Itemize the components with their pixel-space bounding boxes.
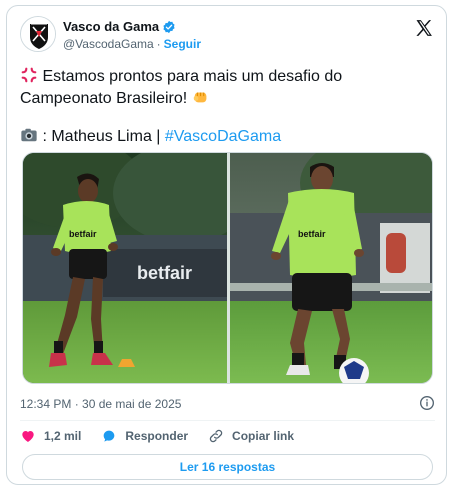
tweet-media[interactable]: betfair betfair betfair (22, 152, 433, 384)
verified-badge-icon (163, 20, 175, 33)
photo-player-running[interactable]: betfair betfair (23, 153, 227, 383)
handle-separator: · (156, 37, 161, 51)
shirt-sponsor-text-2: betfair (298, 229, 326, 239)
author-name[interactable]: Vasco da Gama (63, 19, 159, 34)
hashtag-link[interactable]: #VascoDaGama (165, 128, 281, 145)
tweet-card: Vasco da Gama @VascodaGama · Seguir Esta… (6, 5, 447, 485)
like-button[interactable]: 1,2 mil (20, 428, 81, 444)
author-name-row: Vasco da Gama (63, 19, 176, 34)
photo-player-dribbling[interactable]: betfair (230, 153, 432, 383)
likes-count: 1,2 mil (44, 429, 82, 443)
tweet-text-line-2: Campeonato Brasileiro! (20, 88, 435, 110)
tweet-actions: 1,2 mil Responder Copiar link (20, 424, 435, 448)
follow-button[interactable]: Seguir (164, 37, 201, 51)
vasco-crest-icon (21, 17, 55, 51)
shirt-sponsor-text: betfair (69, 229, 97, 239)
copy-link-button[interactable]: Copiar link (208, 428, 294, 444)
fist-bump-emoji (193, 92, 207, 103)
author-handle-row: @VascodaGama · Seguir (63, 37, 201, 51)
link-icon (209, 429, 223, 443)
copy-link-label: Copiar link (232, 429, 295, 443)
tweet-text-continuation: Campeonato Brasileiro! (20, 90, 188, 107)
tweet-text-main: Estamos prontos para mais um desafio do (42, 68, 343, 85)
divider (20, 420, 435, 421)
reply-label: Responder (125, 429, 189, 443)
info-icon[interactable] (419, 395, 435, 411)
reply-button[interactable]: Responder (101, 428, 188, 444)
camera-emoji (21, 128, 37, 142)
author-handle[interactable]: @VascodaGama (63, 37, 154, 51)
tweet-timestamp[interactable]: 12:34 PM · 30 de mai de 2025 (20, 397, 181, 411)
tweet-meta: 12:34 PM · 30 de mai de 2025 (20, 394, 435, 414)
tweet-photo-credit: : Matheus Lima | #VascoDaGama (20, 126, 435, 148)
reply-bubble-icon (104, 430, 115, 442)
tweet-text-line-1: Estamos prontos para mais um desafio do (20, 66, 435, 88)
photo-banner-text: betfair (137, 263, 192, 283)
avatar[interactable] (20, 16, 56, 52)
heart-icon (22, 431, 34, 442)
x-logo-icon[interactable] (414, 18, 434, 38)
anger-symbol-emoji (21, 67, 37, 83)
read-replies-button[interactable]: Ler 16 respostas (22, 454, 433, 480)
tweet-header: Vasco da Gama @VascodaGama · Seguir (20, 16, 434, 56)
tweet-text: Estamos prontos para mais um desafio do … (20, 66, 435, 148)
photo-credit-text: : Matheus Lima | (42, 128, 165, 145)
